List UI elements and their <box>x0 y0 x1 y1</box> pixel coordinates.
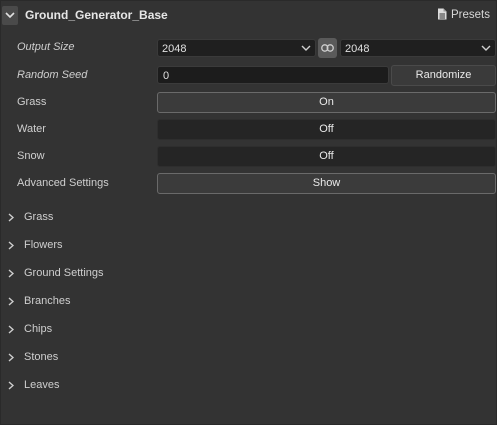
chevron-right-icon <box>8 381 14 390</box>
panel-header: Ground_Generator_Base Presets <box>0 0 497 31</box>
output-width-value: 2048 <box>162 43 187 55</box>
advanced-settings-button[interactable]: Show <box>157 173 496 194</box>
section-label: Flowers <box>24 239 63 251</box>
output-height-value: 2048 <box>345 43 370 55</box>
output-width-select[interactable]: 2048 <box>157 39 316 57</box>
chevron-right-icon <box>8 325 14 334</box>
snow-toggle-label: Snow <box>17 150 45 162</box>
section-label: Branches <box>24 295 71 307</box>
chevron-down-icon <box>301 45 311 51</box>
chevron-down-icon <box>5 12 15 19</box>
chevron-right-icon <box>8 241 14 250</box>
presets-button[interactable]: Presets <box>438 8 490 21</box>
random-seed-input[interactable]: 0 <box>157 66 389 84</box>
document-icon <box>438 8 447 20</box>
section-label: Leaves <box>24 379 60 391</box>
output-size-label: Output Size <box>17 41 75 53</box>
link-size-button[interactable] <box>318 38 337 58</box>
random-seed-value: 0 <box>163 70 170 82</box>
chevron-right-icon <box>8 353 14 362</box>
graph-title: Ground_Generator_Base <box>25 8 168 22</box>
grass-toggle-button[interactable]: On <box>157 92 496 113</box>
snow-toggle-button[interactable]: Off <box>157 146 496 167</box>
output-height-select[interactable]: 2048 <box>340 39 496 57</box>
collapse-button[interactable] <box>2 6 18 25</box>
presets-label: Presets <box>451 9 490 21</box>
panel-frame <box>0 0 497 425</box>
random-seed-label: Random Seed <box>17 69 88 81</box>
randomize-button[interactable]: Randomize <box>391 65 496 86</box>
section-label: Stones <box>24 351 59 363</box>
section-label: Chips <box>24 323 53 335</box>
water-toggle-button[interactable]: Off <box>157 119 496 140</box>
link-icon <box>321 44 334 52</box>
section-label: Ground Settings <box>24 267 104 279</box>
chevron-right-icon <box>8 269 14 278</box>
chevron-right-icon <box>8 297 14 306</box>
chevron-right-icon <box>8 213 14 222</box>
water-toggle-label: Water <box>17 123 46 135</box>
advanced-settings-label: Advanced Settings <box>17 177 109 189</box>
chevron-down-icon <box>481 45 491 51</box>
section-label: Grass <box>24 211 54 223</box>
grass-toggle-label: Grass <box>17 96 47 108</box>
